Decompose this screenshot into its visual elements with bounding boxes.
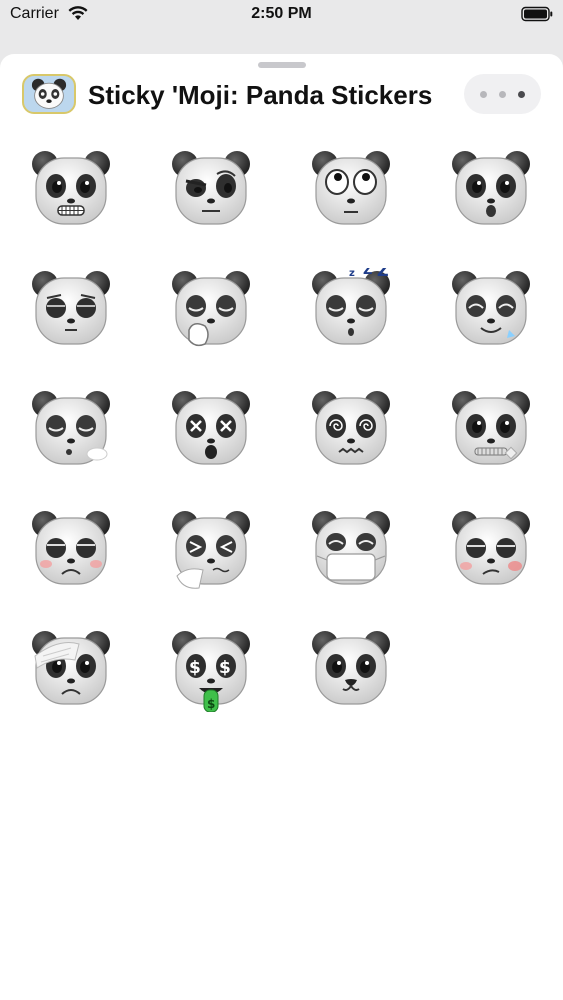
panda-nauseated-icon <box>452 511 530 585</box>
sticker-sick[interactable] <box>29 508 113 592</box>
sticker-grid: z Z Z $ $ $ <box>0 54 563 1000</box>
status-bar: Carrier 2:50 PM <box>0 0 563 30</box>
panda-eye-roll-icon <box>312 151 390 225</box>
panda-money-mouth-icon: $ $ $ <box>172 631 250 712</box>
status-time: 2:50 PM <box>251 5 312 22</box>
sticker-surprised[interactable] <box>449 148 533 232</box>
sticker-zipper-mouth[interactable] <box>449 388 533 472</box>
sticker-sneezing[interactable] <box>169 508 253 592</box>
panda-pleading-icon <box>32 271 110 345</box>
panda-bandaged-icon <box>32 631 110 705</box>
sticker-sheet: Sticky 'Moji: Panda Stickers z Z Z $ $ $ <box>0 54 563 1000</box>
sticker-money-mouth[interactable]: $ $ $ <box>169 628 253 712</box>
sticker-eye-roll[interactable] <box>309 148 393 232</box>
svg-text:$: $ <box>207 697 215 711</box>
panda-dizzy-icon <box>172 391 250 465</box>
svg-text:$: $ <box>189 658 201 678</box>
panda-sneezing-icon <box>172 511 250 589</box>
panda-relieved-icon <box>452 271 530 345</box>
panda-surprised-icon <box>452 151 530 225</box>
panda-cute-icon <box>312 631 390 705</box>
battery-icon <box>521 6 553 22</box>
svg-text:Z: Z <box>377 268 389 280</box>
sticker-relieved[interactable] <box>449 268 533 352</box>
svg-text:z: z <box>349 268 355 279</box>
sticker-pleading[interactable] <box>29 268 113 352</box>
svg-text:Z: Z <box>363 268 372 278</box>
panda-sick-icon <box>32 511 110 585</box>
sticker-grimace[interactable] <box>29 148 113 232</box>
sticker-yawning[interactable] <box>169 268 253 352</box>
sticker-bandaged[interactable] <box>29 628 113 712</box>
sticker-woozy[interactable] <box>309 388 393 472</box>
sticker-mask[interactable] <box>309 508 393 592</box>
panda-yawning-icon <box>172 271 250 347</box>
panda-grimace-icon <box>32 151 110 225</box>
panda-skeptical-icon <box>172 151 250 225</box>
panda-zipper-mouth-icon <box>452 391 530 465</box>
sticker-sleeping[interactable]: z Z Z <box>309 268 393 352</box>
sticker-cute[interactable] <box>309 628 393 712</box>
svg-text:$: $ <box>219 658 231 678</box>
sticker-exhale[interactable] <box>29 388 113 472</box>
panda-exhale-icon <box>32 391 110 465</box>
panda-woozy-icon <box>312 391 390 465</box>
panda-mask-icon <box>312 511 390 585</box>
sticker-skeptical[interactable] <box>169 148 253 232</box>
sticker-dizzy[interactable] <box>169 388 253 472</box>
sticker-nauseated[interactable] <box>449 508 533 592</box>
panda-sleeping-icon: z Z Z <box>312 268 390 345</box>
